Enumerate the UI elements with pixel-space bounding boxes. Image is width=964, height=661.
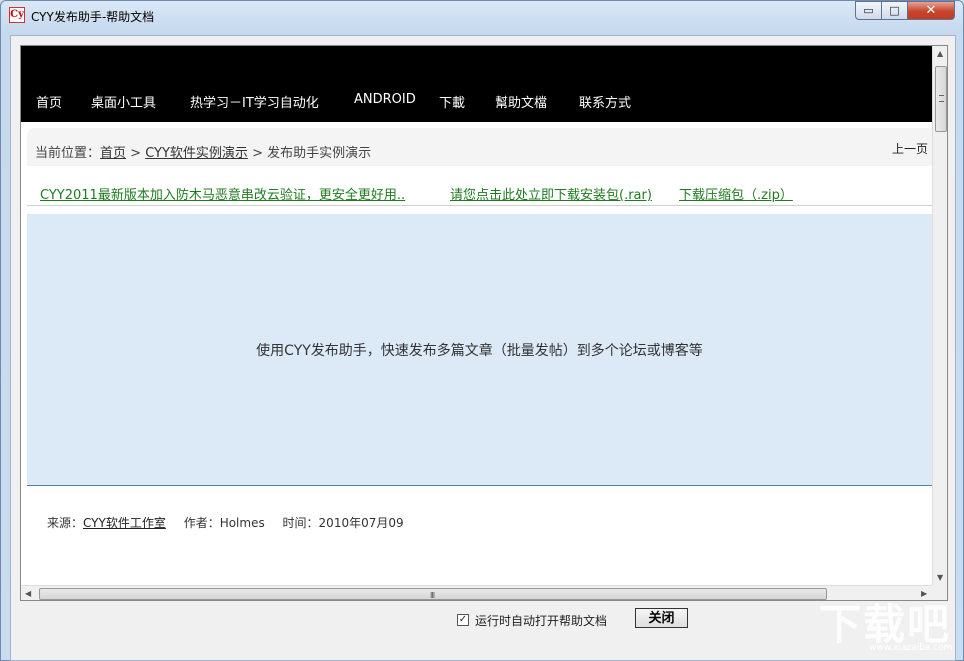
meta-source-label: 来源： [47,516,84,530]
nav-item-download[interactable]: 下載 [439,92,465,111]
nav-item-contact[interactable]: 联系方式 [579,92,631,111]
breadcrumb-home-link[interactable]: 首页 [100,146,126,161]
maximize-icon: □ [889,4,900,17]
breadcrumb-current: 发布助手实例演示 [267,146,372,161]
minimize-icon: ▭ [863,4,874,17]
close-button[interactable]: 关闭 [635,608,688,628]
nav-item-help-docs[interactable]: 幫助文檔 [495,92,547,111]
close-icon: ✕ [925,3,937,18]
meta-source: 来源：CYY软件工作室 [47,516,166,530]
breadcrumb-separator: > [126,146,146,161]
meta-source-link[interactable]: CYY软件工作室 [83,516,166,530]
title-bar[interactable]: Cy CYY发布助手-帮助文档 ▭ □ ✕ [1,1,963,31]
meta-author: 作者：Holmes [183,516,265,530]
breadcrumb-trail: 当前位置：首页 > CYY软件实例演示 > 发布助手实例演示 [35,142,371,161]
minimize-button[interactable]: ▭ [855,1,882,20]
grip-icon [939,95,944,102]
window-title: CYY发布助手-帮助文档 [31,10,155,24]
vertical-scrollbar[interactable]: ▲ ▼ [932,46,947,585]
prev-page-link[interactable]: 上一页 [892,140,928,157]
scroll-left-icon[interactable]: ◀ [25,589,31,598]
hgrip-icon: III [430,591,435,600]
horizontal-scrollbar[interactable]: ◀ III ▶ [21,585,932,600]
banner-text: 使用CYY发布助手，快速发布多篇文章（批量发帖）到多个论坛或博客等 [256,343,703,359]
download-link-bar: CYY2011最新版本加入防木马恶意串改云验证，更安全更好用.. 请您点击此处立… [27,176,932,206]
vertical-scroll-thumb[interactable] [935,66,947,132]
dialog-client-area: 首页 桌面小工具 热学习－IT学习自动化 ANDROID 下載 幫助文檔 联系方… [10,35,956,661]
checkmark-icon: ✓ [458,614,468,625]
horizontal-scroll-thumb[interactable]: III [39,588,827,600]
scroll-down-icon[interactable]: ▼ [937,573,943,582]
close-window-button[interactable]: ✕ [907,1,955,20]
nav-item-it-learning[interactable]: 热学习－IT学习自动化 [190,92,319,111]
watermark-url: www.xiazaiba.com [869,643,953,653]
meta-time: 时间：2010年07月09 [282,516,404,530]
update-notice-link[interactable]: CYY2011最新版本加入防木马恶意串改云验证，更安全更好用.. [40,184,405,203]
app-logo-icon: Cy [9,7,25,23]
nav-item-home[interactable]: 首页 [36,92,62,111]
breadcrumb-section-link[interactable]: CYY软件实例演示 [145,146,248,161]
maximize-button[interactable]: □ [881,1,908,20]
top-navigation: 首页 桌面小工具 热学习－IT学习自动化 ANDROID 下載 幫助文檔 联系方… [21,46,932,122]
breadcrumb: 当前位置：首页 > CYY软件实例演示 > 发布助手实例演示 上一页 [27,128,932,166]
breadcrumb-separator: > [247,146,268,161]
watermark-logo: 下载吧 www.xiazaiba.com [819,591,953,653]
breadcrumb-prefix: 当前位置： [35,146,101,161]
download-zip-link[interactable]: 下载压缩包（.zip） [679,184,793,203]
nav-item-android[interactable]: ANDROID [354,92,416,107]
scroll-up-icon[interactable]: ▲ [937,49,943,58]
auto-open-label[interactable]: 运行时自动打开帮助文档 [475,612,607,629]
download-rar-link[interactable]: 请您点击此处立即下载安装包(.rar) [450,184,652,203]
auto-open-checkbox[interactable]: ✓ [457,614,469,626]
article-meta: 来源：CYY软件工作室 作者：Holmes 时间：2010年07月09 [47,514,418,531]
watermark-text: 下载吧 [819,600,952,649]
content-banner: 使用CYY发布助手，快速发布多篇文章（批量发帖）到多个论坛或博客等 [27,214,932,486]
nav-item-desktop-tools[interactable]: 桌面小工具 [91,92,156,111]
app-window: Cy CYY发布助手-帮助文档 ▭ □ ✕ 首页 桌面小工具 热学习－IT学习自… [0,0,964,661]
help-browser-view: 首页 桌面小工具 热学习－IT学习自动化 ANDROID 下載 幫助文檔 联系方… [20,45,948,601]
